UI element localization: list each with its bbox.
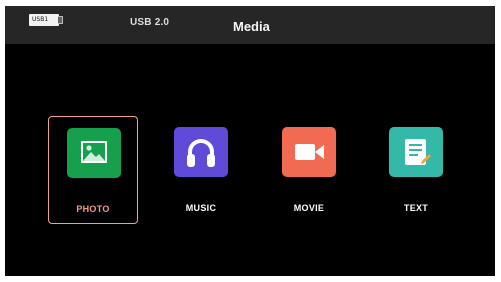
- usb-badge-label: USB1: [32, 16, 49, 23]
- media-tile-movie[interactable]: MOVIE: [264, 116, 354, 224]
- media-tile-music[interactable]: MUSIC: [156, 116, 246, 224]
- screen-bottom-edge: [5, 276, 495, 282]
- headphones-icon: [174, 127, 228, 177]
- page-title: Media: [233, 19, 270, 34]
- media-tile-label: MUSIC: [185, 203, 217, 213]
- media-tile-photo[interactable]: PHOTO: [48, 116, 138, 224]
- top-bar: USB1 USB 2.0 Media: [5, 6, 495, 44]
- usb-drive-icon: USB1: [29, 14, 59, 26]
- media-tile-label: PHOTO: [76, 204, 110, 214]
- media-screen: USB1 USB 2.0 Media PHOTO MUSIC MOVIE TEX…: [5, 6, 495, 276]
- video-camera-icon: [282, 127, 336, 177]
- usb-version-label: USB 2.0: [130, 17, 170, 28]
- media-tile-text[interactable]: TEXT: [371, 116, 461, 224]
- media-tile-label: TEXT: [403, 203, 429, 213]
- document-icon: [389, 127, 443, 177]
- usb-connector-icon: [58, 16, 63, 24]
- photo-icon: [67, 128, 121, 178]
- media-tile-label: MOVIE: [293, 203, 325, 213]
